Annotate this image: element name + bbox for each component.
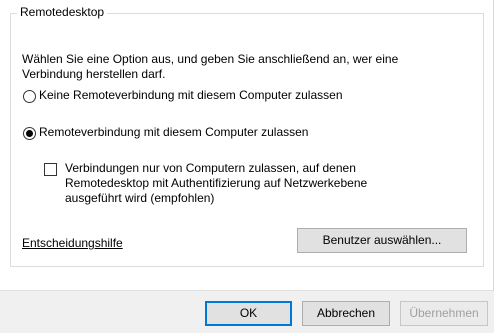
radio-no-remote[interactable] (23, 90, 36, 103)
select-users-button[interactable]: Benutzer auswählen... (297, 228, 467, 253)
description-text: Wählen Sie eine Option aus, und geben Si… (22, 52, 399, 81)
help-link[interactable]: Entscheidungshilfe (22, 236, 123, 251)
dialog-footer: OK Abbrechen Übernehmen (0, 290, 494, 333)
groupbox-title: Remotedesktop (17, 5, 108, 19)
apply-button[interactable]: Übernehmen (400, 301, 488, 326)
radio-allow-remote-label[interactable]: Remoteverbindung mit diesem Computer zul… (39, 125, 308, 140)
radio-allow-remote[interactable] (23, 127, 36, 140)
ok-button[interactable]: OK (205, 301, 292, 326)
cancel-button[interactable]: Abbrechen (302, 301, 390, 326)
remote-tab-pane: Remotedesktop Wählen Sie eine Option aus… (0, 0, 494, 290)
nla-checkbox-label[interactable]: Verbindungen nur von Computern zulassen,… (65, 161, 385, 206)
nla-checkbox[interactable] (44, 163, 57, 176)
radio-no-remote-label[interactable]: Keine Remoteverbindung mit diesem Comput… (39, 88, 343, 103)
remote-settings-window: Remotedesktop Wählen Sie eine Option aus… (0, 0, 494, 333)
